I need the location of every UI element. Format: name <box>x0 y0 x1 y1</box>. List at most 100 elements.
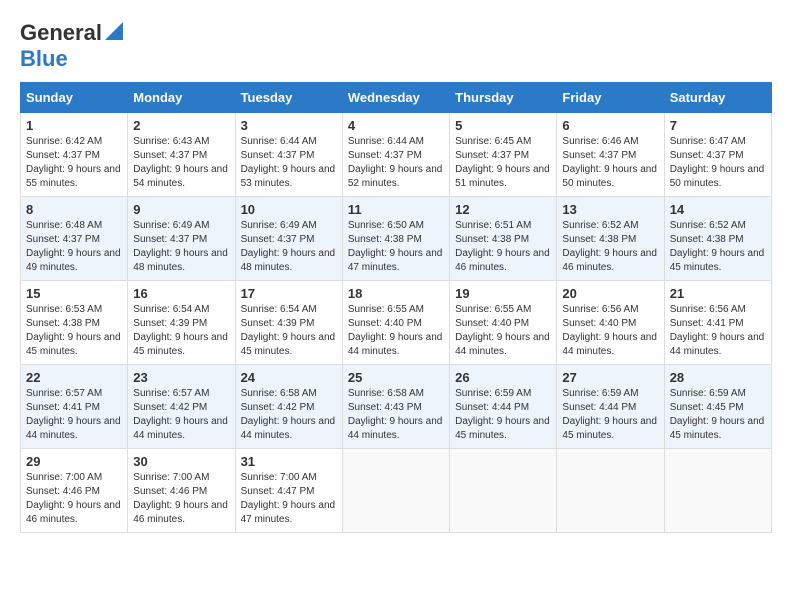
day-info: Sunrise: 6:43 AM Sunset: 4:37 PM Dayligh… <box>133 135 229 191</box>
calendar-header-row: SundayMondayTuesdayWednesdayThursdayFrid… <box>21 83 772 113</box>
calendar-cell: 15 Sunrise: 6:53 AM Sunset: 4:38 PM Dayl… <box>21 281 128 365</box>
day-number: 10 <box>241 202 337 217</box>
calendar-table: SundayMondayTuesdayWednesdayThursdayFrid… <box>20 82 772 533</box>
calendar-cell: 1 Sunrise: 6:42 AM Sunset: 4:37 PM Dayli… <box>21 113 128 197</box>
calendar-cell: 13 Sunrise: 6:52 AM Sunset: 4:38 PM Dayl… <box>557 197 664 281</box>
calendar-week-row: 15 Sunrise: 6:53 AM Sunset: 4:38 PM Dayl… <box>21 281 772 365</box>
calendar-cell: 19 Sunrise: 6:55 AM Sunset: 4:40 PM Dayl… <box>450 281 557 365</box>
day-info: Sunrise: 6:59 AM Sunset: 4:44 PM Dayligh… <box>562 387 658 443</box>
calendar-cell: 3 Sunrise: 6:44 AM Sunset: 4:37 PM Dayli… <box>235 113 342 197</box>
day-info: Sunrise: 6:58 AM Sunset: 4:42 PM Dayligh… <box>241 387 337 443</box>
day-number: 18 <box>348 286 444 301</box>
day-number: 14 <box>670 202 766 217</box>
logo-text: General <box>20 20 102 46</box>
day-number: 7 <box>670 118 766 133</box>
day-info: Sunrise: 6:53 AM Sunset: 4:38 PM Dayligh… <box>26 303 122 359</box>
day-number: 19 <box>455 286 551 301</box>
header-sunday: Sunday <box>21 83 128 113</box>
day-number: 28 <box>670 370 766 385</box>
header-saturday: Saturday <box>664 83 771 113</box>
day-info: Sunrise: 6:54 AM Sunset: 4:39 PM Dayligh… <box>241 303 337 359</box>
day-number: 13 <box>562 202 658 217</box>
day-info: Sunrise: 7:00 AM Sunset: 4:46 PM Dayligh… <box>133 471 229 527</box>
day-number: 30 <box>133 454 229 469</box>
calendar-cell: 26 Sunrise: 6:59 AM Sunset: 4:44 PM Dayl… <box>450 365 557 449</box>
day-info: Sunrise: 6:57 AM Sunset: 4:41 PM Dayligh… <box>26 387 122 443</box>
calendar-cell: 12 Sunrise: 6:51 AM Sunset: 4:38 PM Dayl… <box>450 197 557 281</box>
header-thursday: Thursday <box>450 83 557 113</box>
day-info: Sunrise: 6:49 AM Sunset: 4:37 PM Dayligh… <box>241 219 337 275</box>
calendar-cell: 29 Sunrise: 7:00 AM Sunset: 4:46 PM Dayl… <box>21 449 128 533</box>
day-number: 9 <box>133 202 229 217</box>
day-number: 21 <box>670 286 766 301</box>
calendar-cell: 27 Sunrise: 6:59 AM Sunset: 4:44 PM Dayl… <box>557 365 664 449</box>
calendar-cell: 5 Sunrise: 6:45 AM Sunset: 4:37 PM Dayli… <box>450 113 557 197</box>
header-wednesday: Wednesday <box>342 83 449 113</box>
day-number: 12 <box>455 202 551 217</box>
day-number: 20 <box>562 286 658 301</box>
calendar-cell: 31 Sunrise: 7:00 AM Sunset: 4:47 PM Dayl… <box>235 449 342 533</box>
calendar-cell: 11 Sunrise: 6:50 AM Sunset: 4:38 PM Dayl… <box>342 197 449 281</box>
day-number: 11 <box>348 202 444 217</box>
calendar-cell: 7 Sunrise: 6:47 AM Sunset: 4:37 PM Dayli… <box>664 113 771 197</box>
header-monday: Monday <box>128 83 235 113</box>
calendar-cell: 6 Sunrise: 6:46 AM Sunset: 4:37 PM Dayli… <box>557 113 664 197</box>
logo-subtext: Blue <box>20 46 68 71</box>
calendar-week-row: 22 Sunrise: 6:57 AM Sunset: 4:41 PM Dayl… <box>21 365 772 449</box>
day-info: Sunrise: 6:51 AM Sunset: 4:38 PM Dayligh… <box>455 219 551 275</box>
day-info: Sunrise: 6:44 AM Sunset: 4:37 PM Dayligh… <box>348 135 444 191</box>
day-number: 2 <box>133 118 229 133</box>
day-info: Sunrise: 6:56 AM Sunset: 4:41 PM Dayligh… <box>670 303 766 359</box>
day-info: Sunrise: 6:52 AM Sunset: 4:38 PM Dayligh… <box>562 219 658 275</box>
day-number: 24 <box>241 370 337 385</box>
day-info: Sunrise: 6:47 AM Sunset: 4:37 PM Dayligh… <box>670 135 766 191</box>
day-info: Sunrise: 6:45 AM Sunset: 4:37 PM Dayligh… <box>455 135 551 191</box>
day-number: 27 <box>562 370 658 385</box>
day-number: 16 <box>133 286 229 301</box>
day-info: Sunrise: 6:55 AM Sunset: 4:40 PM Dayligh… <box>455 303 551 359</box>
day-info: Sunrise: 7:00 AM Sunset: 4:46 PM Dayligh… <box>26 471 122 527</box>
day-info: Sunrise: 7:00 AM Sunset: 4:47 PM Dayligh… <box>241 471 337 527</box>
header-friday: Friday <box>557 83 664 113</box>
calendar-cell: 18 Sunrise: 6:55 AM Sunset: 4:40 PM Dayl… <box>342 281 449 365</box>
day-number: 26 <box>455 370 551 385</box>
day-number: 29 <box>26 454 122 469</box>
calendar-cell: 24 Sunrise: 6:58 AM Sunset: 4:42 PM Dayl… <box>235 365 342 449</box>
calendar-week-row: 8 Sunrise: 6:48 AM Sunset: 4:37 PM Dayli… <box>21 197 772 281</box>
day-info: Sunrise: 6:55 AM Sunset: 4:40 PM Dayligh… <box>348 303 444 359</box>
day-info: Sunrise: 6:52 AM Sunset: 4:38 PM Dayligh… <box>670 219 766 275</box>
day-info: Sunrise: 6:59 AM Sunset: 4:45 PM Dayligh… <box>670 387 766 443</box>
calendar-cell <box>342 449 449 533</box>
calendar-cell: 4 Sunrise: 6:44 AM Sunset: 4:37 PM Dayli… <box>342 113 449 197</box>
calendar-cell: 8 Sunrise: 6:48 AM Sunset: 4:37 PM Dayli… <box>21 197 128 281</box>
day-info: Sunrise: 6:56 AM Sunset: 4:40 PM Dayligh… <box>562 303 658 359</box>
calendar-cell: 9 Sunrise: 6:49 AM Sunset: 4:37 PM Dayli… <box>128 197 235 281</box>
day-number: 25 <box>348 370 444 385</box>
calendar-cell: 20 Sunrise: 6:56 AM Sunset: 4:40 PM Dayl… <box>557 281 664 365</box>
calendar-cell: 28 Sunrise: 6:59 AM Sunset: 4:45 PM Dayl… <box>664 365 771 449</box>
calendar-week-row: 29 Sunrise: 7:00 AM Sunset: 4:46 PM Dayl… <box>21 449 772 533</box>
logo: General Blue <box>20 20 123 72</box>
day-info: Sunrise: 6:50 AM Sunset: 4:38 PM Dayligh… <box>348 219 444 275</box>
day-info: Sunrise: 6:59 AM Sunset: 4:44 PM Dayligh… <box>455 387 551 443</box>
calendar-cell: 10 Sunrise: 6:49 AM Sunset: 4:37 PM Dayl… <box>235 197 342 281</box>
header-tuesday: Tuesday <box>235 83 342 113</box>
day-info: Sunrise: 6:58 AM Sunset: 4:43 PM Dayligh… <box>348 387 444 443</box>
calendar-cell: 25 Sunrise: 6:58 AM Sunset: 4:43 PM Dayl… <box>342 365 449 449</box>
day-info: Sunrise: 6:46 AM Sunset: 4:37 PM Dayligh… <box>562 135 658 191</box>
day-info: Sunrise: 6:44 AM Sunset: 4:37 PM Dayligh… <box>241 135 337 191</box>
day-number: 6 <box>562 118 658 133</box>
calendar-cell <box>557 449 664 533</box>
day-info: Sunrise: 6:49 AM Sunset: 4:37 PM Dayligh… <box>133 219 229 275</box>
day-number: 5 <box>455 118 551 133</box>
calendar-cell: 2 Sunrise: 6:43 AM Sunset: 4:37 PM Dayli… <box>128 113 235 197</box>
calendar-cell <box>450 449 557 533</box>
day-info: Sunrise: 6:57 AM Sunset: 4:42 PM Dayligh… <box>133 387 229 443</box>
day-number: 8 <box>26 202 122 217</box>
day-number: 15 <box>26 286 122 301</box>
day-info: Sunrise: 6:54 AM Sunset: 4:39 PM Dayligh… <box>133 303 229 359</box>
calendar-cell: 17 Sunrise: 6:54 AM Sunset: 4:39 PM Dayl… <box>235 281 342 365</box>
day-info: Sunrise: 6:48 AM Sunset: 4:37 PM Dayligh… <box>26 219 122 275</box>
day-number: 17 <box>241 286 337 301</box>
day-number: 22 <box>26 370 122 385</box>
